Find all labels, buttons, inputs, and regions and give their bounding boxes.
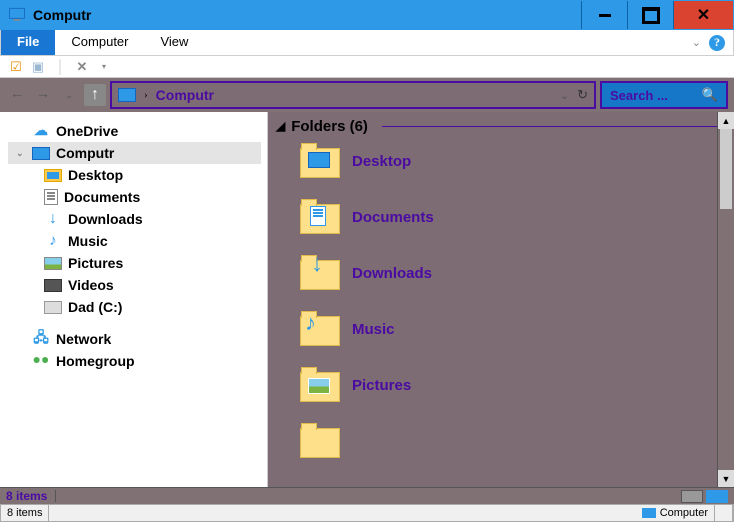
- properties-icon[interactable]: ☑: [8, 59, 24, 75]
- nav-onedrive[interactable]: ☁OneDrive: [8, 120, 261, 142]
- tile-documents[interactable]: Documents: [300, 199, 726, 235]
- nav-drive-c[interactable]: Dad (C:): [8, 296, 261, 318]
- new-folder-icon[interactable]: ▣: [30, 59, 46, 75]
- help-icon[interactable]: ?: [709, 35, 725, 51]
- nav-network[interactable]: 🖧Network: [8, 328, 261, 350]
- navigation-row: ← → ⌄ ↑ › Computr ⌄ ↻ Search ... 🔍: [0, 78, 734, 112]
- close-button[interactable]: [673, 1, 733, 29]
- ribbon-collapse-icon[interactable]: ⌄: [692, 36, 701, 49]
- app-status-bar: 8 items Computer: [0, 504, 734, 522]
- tile-desktop[interactable]: Desktop: [300, 143, 726, 179]
- nav-downloads[interactable]: ↓Downloads: [8, 208, 261, 230]
- breadcrumb-separator: ›: [144, 89, 148, 101]
- search-box[interactable]: Search ... 🔍: [600, 81, 728, 109]
- tab-view[interactable]: View: [144, 30, 204, 55]
- nav-videos[interactable]: Videos: [8, 274, 261, 296]
- divider: │: [52, 59, 68, 75]
- scroll-up-icon[interactable]: ▲: [718, 112, 734, 129]
- delete-icon[interactable]: ✕: [74, 59, 90, 75]
- title-bar[interactable]: Computr: [0, 0, 734, 30]
- tab-file[interactable]: File: [1, 30, 55, 55]
- quick-access-toolbar: ☑ ▣ │ ✕ ▾: [0, 56, 734, 78]
- tile-downloads[interactable]: ↓Downloads: [300, 255, 726, 291]
- forward-button[interactable]: →: [32, 84, 54, 106]
- tile-pictures[interactable]: Pictures: [300, 367, 726, 403]
- up-button[interactable]: ↑: [84, 84, 106, 106]
- toolbar-dropdown-icon[interactable]: ▾: [96, 59, 112, 75]
- address-dropdown-icon[interactable]: ⌄: [560, 89, 569, 102]
- scroll-thumb[interactable]: [720, 129, 732, 209]
- status-bar: 8 items: [0, 487, 734, 504]
- vertical-scrollbar[interactable]: ▲▼: [717, 112, 734, 487]
- history-dropdown[interactable]: ⌄: [58, 84, 80, 106]
- nav-desktop[interactable]: Desktop: [8, 164, 261, 186]
- computer-icon: [7, 5, 27, 25]
- maximize-button[interactable]: [627, 1, 673, 29]
- breadcrumb[interactable]: Computr: [156, 87, 214, 103]
- content-pane[interactable]: ◢Folders (6) Desktop Documents ↓Download…: [268, 112, 734, 487]
- app-status-location: Computer: [636, 505, 715, 521]
- ribbon-tabs: File Computer View ⌄ ?: [0, 30, 734, 56]
- tile-music[interactable]: ♪Music: [300, 311, 726, 347]
- view-tiles-button[interactable]: [706, 490, 728, 503]
- search-icon: 🔍: [702, 87, 718, 103]
- nav-computr[interactable]: ⌄Computr: [8, 142, 261, 164]
- computer-mini-icon: [642, 508, 656, 518]
- navigation-pane[interactable]: ☁OneDrive ⌄Computr Desktop Documents ↓Do…: [0, 112, 268, 487]
- refresh-icon[interactable]: ↻: [577, 87, 588, 103]
- tab-computer[interactable]: Computer: [55, 30, 144, 55]
- view-details-button[interactable]: [681, 490, 703, 503]
- section-header-folders[interactable]: ◢Folders (6): [276, 118, 726, 135]
- window-title: Computr: [33, 7, 91, 23]
- nav-documents[interactable]: Documents: [8, 186, 261, 208]
- nav-pictures[interactable]: Pictures: [8, 252, 261, 274]
- minimize-button[interactable]: [581, 1, 627, 29]
- nav-music[interactable]: ♪Music: [8, 230, 261, 252]
- address-bar[interactable]: › Computr ⌄ ↻: [110, 81, 596, 109]
- tile-more[interactable]: [300, 423, 726, 459]
- search-placeholder: Search ...: [610, 88, 668, 103]
- scroll-down-icon[interactable]: ▼: [718, 470, 734, 487]
- status-item-count: 8 items: [6, 489, 47, 503]
- scroll-track[interactable]: [718, 129, 734, 470]
- nav-homegroup[interactable]: ●●Homegroup: [8, 350, 261, 372]
- back-button[interactable]: ←: [6, 84, 28, 106]
- app-status-items: 8 items: [1, 505, 49, 521]
- location-icon: [118, 88, 136, 102]
